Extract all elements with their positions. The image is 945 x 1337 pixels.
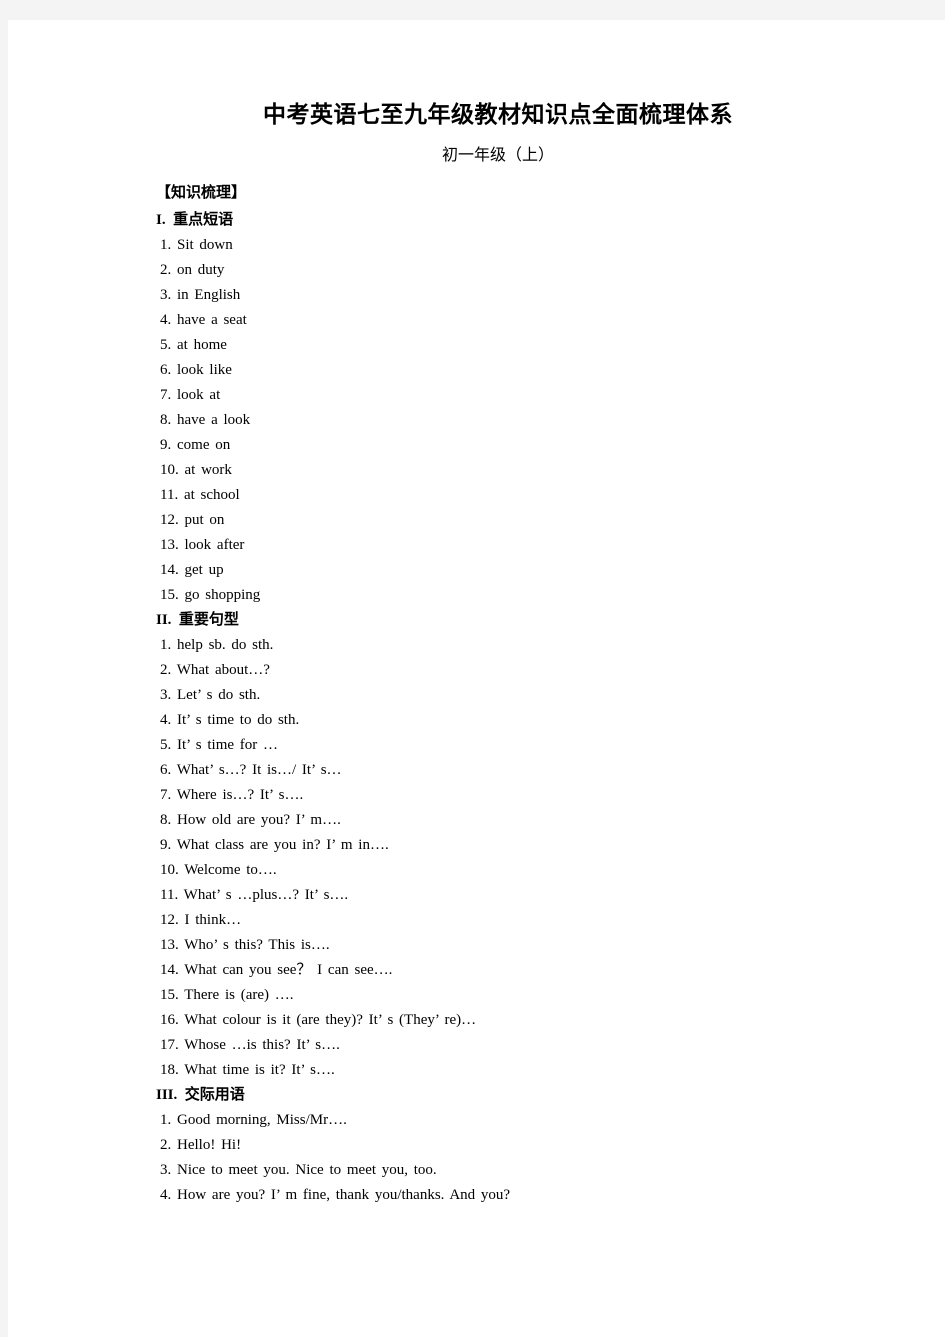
list-item: 15. There is (are) …. <box>160 986 294 1003</box>
list-item: 2. on duty <box>160 261 225 278</box>
section-key-sentence-patterns: II. 重要句型 1. help sb. do sth. 2. What abo… <box>148 608 848 1083</box>
list-item: 1. Sit down <box>160 236 233 253</box>
list-item: 8. have a look <box>160 411 251 428</box>
list-item: 7. look at <box>160 386 221 403</box>
list-item: 2. Hello! Hi! <box>160 1136 242 1153</box>
list-item: 8. How old are you? I’ m…. <box>160 811 341 828</box>
sentence-patterns-list: 1. help sb. do sth. 2. What about…? 3. L… <box>148 633 848 1083</box>
list-item: 5. It’ s time for … <box>160 736 279 753</box>
list-item: 17. Whose …is this? It’ s…. <box>160 1036 340 1053</box>
list-item: 15. go shopping <box>160 586 261 603</box>
list-item: 5. at home <box>160 336 227 353</box>
list-item: 7. Where is…? It’ s…. <box>160 786 304 803</box>
list-item: 10. at work <box>160 461 232 478</box>
list-item: 9. come on <box>160 436 231 453</box>
list-item: 10. Welcome to…. <box>160 861 277 878</box>
list-item: 3. Nice to meet you. Nice to meet you, t… <box>160 1161 437 1178</box>
section-key-phrases: I. 重点短语 1. Sit down 2. on duty 3. in Eng… <box>148 208 848 608</box>
list-item: 11. What’ s …plus…? It’ s…. <box>160 886 349 903</box>
list-item: 6. What’ s…? It is…/ It’ s… <box>160 761 342 778</box>
knowledge-review-heading: 【知识梳理】 <box>156 184 247 201</box>
list-item: 4. How are you? I’ m fine, thank you/tha… <box>160 1186 511 1203</box>
list-item: 2. What about…? <box>160 661 270 678</box>
list-item: 14. What can you see？ I can see…. <box>160 961 393 978</box>
list-item: 13. Who’ s this? This is…. <box>160 936 330 953</box>
list-item: 12. I think… <box>160 911 242 928</box>
list-item: 16. What colour is it (are they)? It’ s … <box>160 1011 477 1028</box>
list-item: 4. have a seat <box>160 311 247 328</box>
page-subtitle: 初一年级（上） <box>441 146 554 164</box>
list-item: 13. look after <box>160 536 245 553</box>
document-page: 中考英语七至九年级教材知识点全面梳理体系 初一年级（上） 【知识梳理】 I. 重… <box>8 20 945 1337</box>
list-item: 12. put on <box>160 511 225 528</box>
section-heading-3: III. 交际用语 <box>156 1086 245 1103</box>
key-phrases-list: 1. Sit down 2. on duty 3. in English 4. … <box>148 233 848 608</box>
communicative-expressions-list: 1. Good morning, Miss/Mr…. 2. Hello! Hi!… <box>148 1108 848 1208</box>
page-title: 中考英语七至九年级教材知识点全面梳理体系 <box>263 102 733 127</box>
section-heading-2: II. 重要句型 <box>156 611 239 628</box>
list-item: 1. Good morning, Miss/Mr…. <box>160 1111 347 1128</box>
section-heading-1: I. 重点短语 <box>156 211 234 228</box>
list-item: 18. What time is it? It’ s…. <box>160 1061 335 1078</box>
list-item: 3. in English <box>160 286 241 303</box>
section-communicative-expressions: III. 交际用语 1. Good morning, Miss/Mr…. 2. … <box>148 1083 848 1208</box>
list-item: 3. Let’ s do sth. <box>160 686 261 703</box>
list-item: 11. at school <box>160 486 240 503</box>
list-item: 4. It’ s time to do sth. <box>160 711 300 728</box>
list-item: 1. help sb. do sth. <box>160 636 274 653</box>
document-content: 中考英语七至九年级教材知识点全面梳理体系 初一年级（上） 【知识梳理】 I. 重… <box>148 100 848 1208</box>
list-item: 14. get up <box>160 561 224 578</box>
list-item: 6. look like <box>160 361 232 378</box>
list-item: 9. What class are you in? I’ m in…. <box>160 836 389 853</box>
